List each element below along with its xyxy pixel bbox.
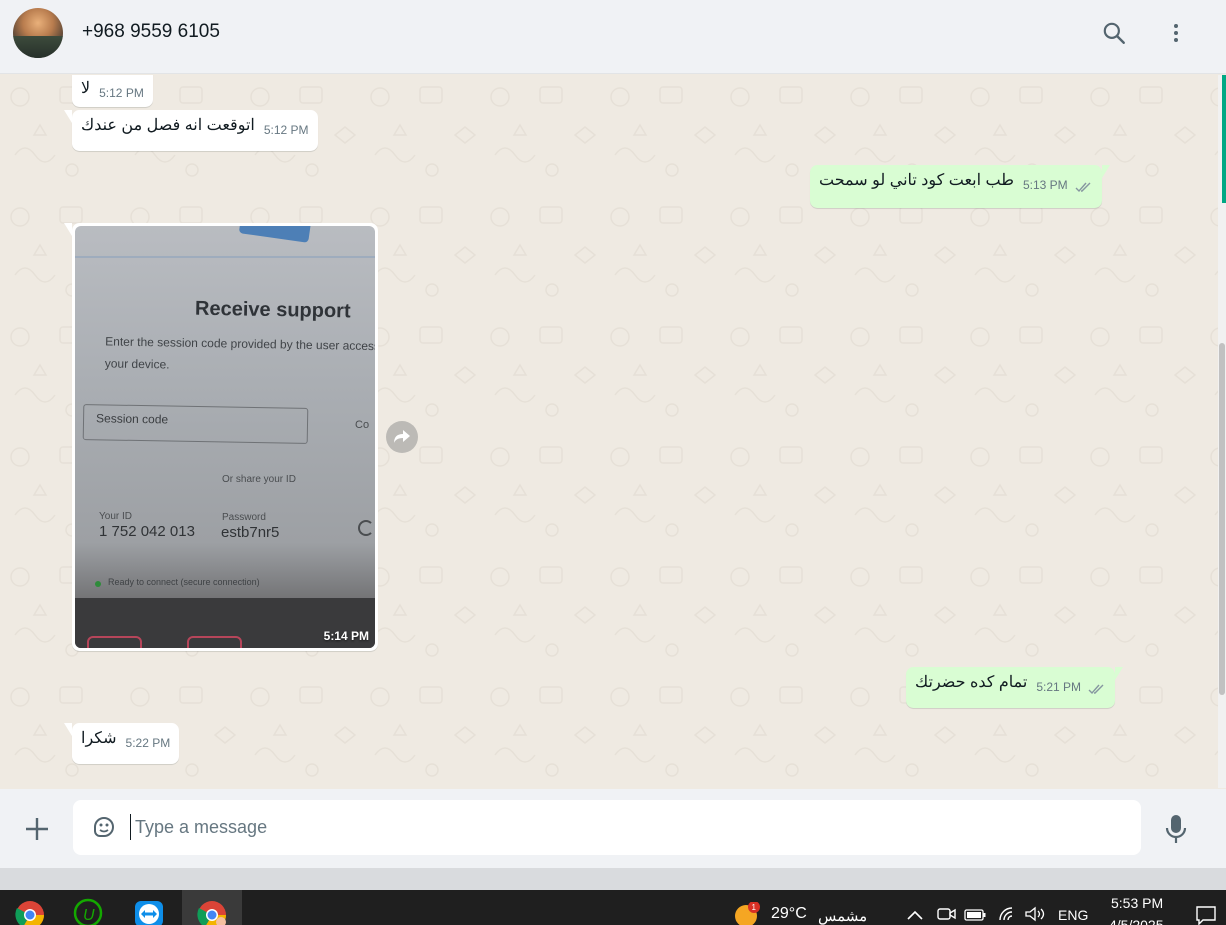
- image-or-share-text: Or share your ID: [222, 474, 296, 485]
- message-time: 5:14 PM: [323, 629, 369, 643]
- message-time: 5:22 PM: [125, 736, 171, 750]
- message-input[interactable]: [135, 814, 1115, 840]
- contact-name[interactable]: +968 9559 6105: [82, 21, 220, 43]
- image-refresh-icon: [358, 520, 374, 536]
- image-title-text: Receive support: [194, 297, 351, 323]
- chrome-profile-app-icon[interactable]: [182, 890, 242, 925]
- menu-kebab-icon[interactable]: [1161, 18, 1191, 48]
- message-time: 5:21 PM: [1036, 680, 1082, 694]
- window-bottom-strip: [0, 868, 1226, 890]
- message-input-box: [73, 800, 1141, 855]
- image-divider: [75, 256, 375, 258]
- message-outgoing[interactable]: تمام كده حضرتك 5:21 PM: [906, 667, 1124, 708]
- message-text: شكرا: [81, 730, 117, 747]
- image-logo-shape: [238, 226, 312, 243]
- teamviewer-app-icon[interactable]: [119, 890, 179, 925]
- message-text: طب ابعت كود تاني لو سمحت: [819, 172, 1014, 189]
- chrome-app-icon[interactable]: [0, 890, 60, 925]
- read-ticks-icon: [1075, 182, 1091, 193]
- message-time: 5:12 PM: [263, 123, 309, 137]
- message-text: اتوقعت انه فصل من عندك: [81, 117, 255, 134]
- image-password-value: estb7nr5: [221, 524, 280, 541]
- message-outgoing[interactable]: طب ابعت كود تاني لو سمحت 5:13 PM: [810, 165, 1111, 208]
- image-id-value: 1 752 042 013: [99, 523, 195, 540]
- message-time: 5:12 PM: [99, 86, 144, 100]
- chevron-up-icon[interactable]: [906, 908, 924, 925]
- os-taskbar: U 1 29°C مشمس ENG 5:53 PM 4/5/2025: [0, 890, 1226, 925]
- weather-desc[interactable]: مشمس: [818, 907, 867, 925]
- image-ready-text: Ready to connect (secure connection): [108, 577, 260, 587]
- search-icon[interactable]: [1099, 18, 1129, 48]
- clock-date[interactable]: 4/5/2025: [1109, 917, 1164, 925]
- message-composer: [0, 789, 1226, 868]
- weather-badge: 1: [752, 903, 757, 912]
- wifi-icon[interactable]: [998, 906, 1018, 925]
- message-text: تمام كده حضرتك: [915, 674, 1028, 691]
- battery-icon[interactable]: [964, 908, 986, 925]
- notification-icon[interactable]: [1195, 905, 1217, 925]
- message-incoming[interactable]: اتوقعت انه فصل من عندك 5:12 PM: [64, 110, 318, 151]
- image-red-shape: [187, 636, 242, 648]
- forward-icon[interactable]: [386, 421, 418, 453]
- scroll-accent: [1222, 75, 1226, 203]
- upwork-app-icon[interactable]: U: [58, 890, 118, 925]
- message-incoming[interactable]: شكرا 5:22 PM: [63, 723, 180, 764]
- image-password-label: Password: [222, 512, 266, 523]
- message-text: لا: [81, 80, 91, 97]
- weather-sun-icon[interactable]: 1: [734, 901, 762, 925]
- chat-header: +968 9559 6105: [0, 0, 1226, 74]
- image-description-text: Enter the session code provided by the u…: [104, 334, 375, 372]
- camera-icon[interactable]: [937, 906, 957, 925]
- microphone-icon[interactable]: [1163, 813, 1189, 845]
- message-time: 5:13 PM: [1022, 178, 1068, 192]
- read-ticks-icon: [1088, 684, 1104, 695]
- scrollbar-thumb[interactable]: [1219, 343, 1225, 695]
- message-image[interactable]: Receive support Enter the session code p…: [64, 223, 378, 651]
- image-status-dot: [95, 581, 101, 587]
- weather-temp[interactable]: 29°C: [771, 905, 807, 925]
- contact-avatar[interactable]: [13, 8, 63, 58]
- volume-icon[interactable]: [1024, 906, 1046, 925]
- message-incoming[interactable]: لا 5:12 PM: [72, 75, 153, 107]
- svg-text:U: U: [83, 907, 95, 924]
- attach-plus-icon[interactable]: [22, 814, 52, 844]
- image-red-shape: [87, 636, 142, 648]
- image-thumbnail[interactable]: Receive support Enter the session code p…: [75, 226, 375, 648]
- image-session-input: Session code: [82, 404, 309, 444]
- text-caret: [130, 814, 131, 840]
- chat-area: لا 5:12 PM اتوقعت انه فصل من عندك 5:12 PM …: [0, 75, 1218, 788]
- language-indicator[interactable]: ENG: [1058, 907, 1088, 925]
- sticker-emoji-icon[interactable]: [90, 813, 118, 841]
- image-id-label: Your ID: [99, 511, 132, 522]
- image-connect-text: Co: [355, 419, 370, 431]
